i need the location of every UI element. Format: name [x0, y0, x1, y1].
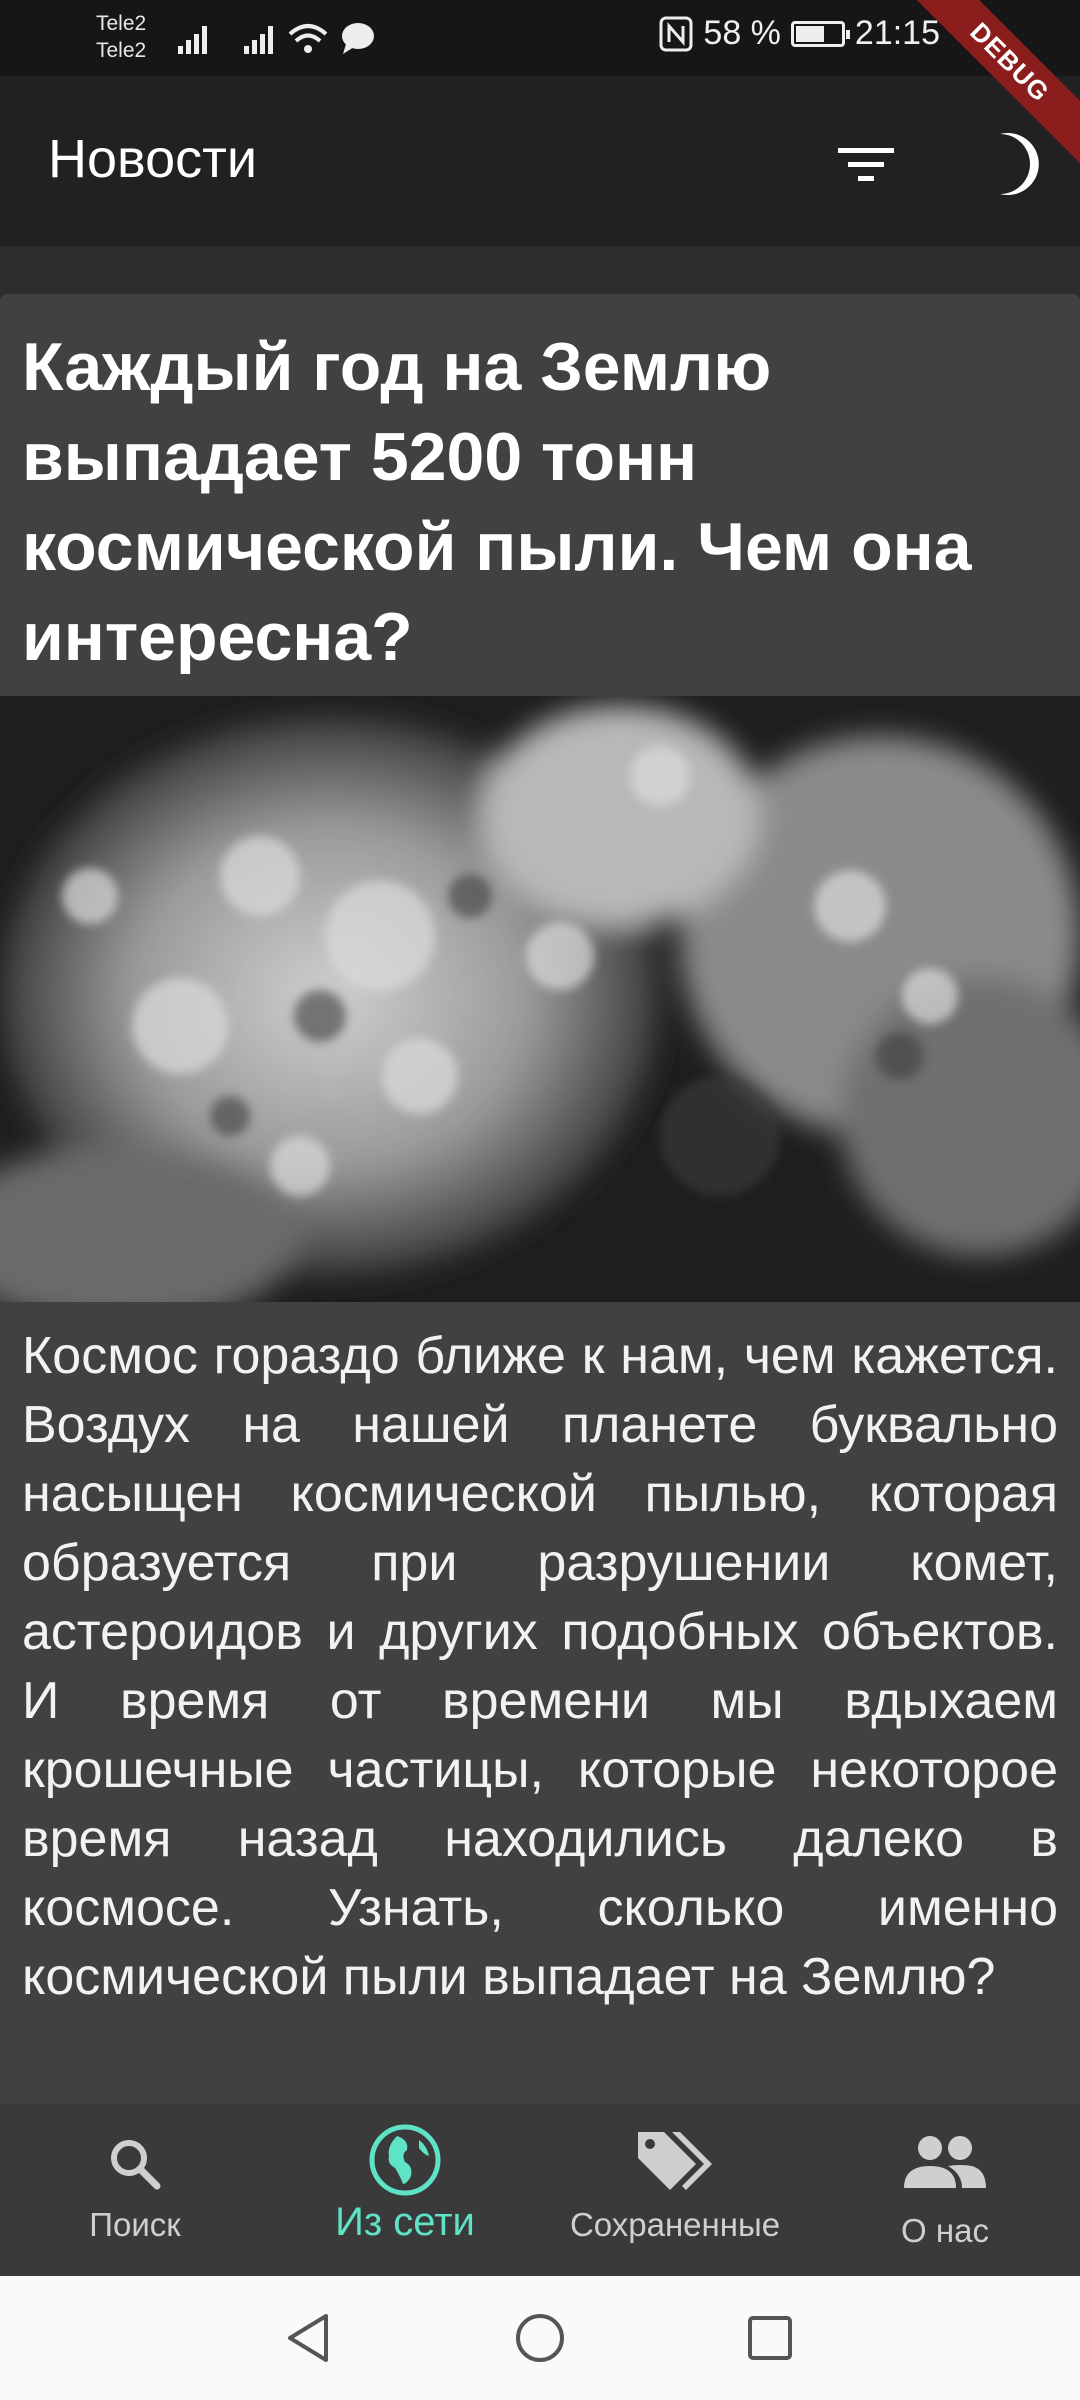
article-image [0, 696, 1080, 1302]
back-icon[interactable] [280, 2308, 336, 2368]
carrier-2: Tele2 [96, 39, 147, 62]
nav-item-from-web[interactable]: Из сети [270, 2104, 540, 2276]
globe-icon [369, 2124, 441, 2196]
news-feed[interactable]: Каждый год на Землю выпадает 5200 тонн к… [0, 246, 1080, 2104]
system-nav-bar [0, 2276, 1080, 2400]
message-icon [342, 23, 374, 54]
clock: 21:15 [854, 14, 940, 52]
signal-icon [244, 20, 280, 54]
nav-item-about[interactable]: О нас [810, 2104, 1080, 2276]
nav-label-from-web: Из сети [335, 2200, 475, 2244]
article-card[interactable]: Каждый год на Землю выпадает 5200 тонн к… [0, 294, 1080, 2104]
status-bar: Tele2 Tele2 58 % 21:15 DEBUG [0, 0, 1080, 170]
filter-icon[interactable] [830, 134, 902, 194]
nav-label-about: О нас [901, 2212, 989, 2249]
home-icon[interactable] [512, 2308, 568, 2368]
recents-icon[interactable] [742, 2308, 798, 2368]
nav-item-search[interactable]: Поиск [0, 2104, 270, 2276]
nfc-icon [659, 16, 693, 51]
moon-icon[interactable] [972, 128, 1044, 200]
search-icon [111, 2140, 161, 2190]
wifi-icon [288, 24, 328, 53]
tags-icon [638, 2132, 712, 2190]
carrier-names: Tele2 Tele2 [96, 10, 146, 64]
bottom-nav: Поиск Из сети Сохраненные О нас [0, 2104, 1080, 2276]
status-right: 58 % 21:15 [659, 14, 940, 53]
app-bar: Новости [0, 76, 1080, 246]
nav-label-search: Поиск [89, 2206, 181, 2243]
article-body: Космос гораздо ближе к нам, чем кажется.… [22, 1327, 1058, 2006]
page-title: Новости [48, 129, 258, 189]
nav-item-saved[interactable]: Сохраненные [540, 2104, 810, 2276]
nav-label-saved: Сохраненные [569, 2206, 781, 2243]
cosmic-dust-image [0, 696, 1080, 1302]
people-icon [904, 2136, 986, 2188]
carrier-1: Tele2 [96, 12, 147, 35]
signal-icon [178, 20, 214, 54]
article-title: Каждый год на Землю выпадает 5200 тонн к… [22, 329, 972, 675]
battery-icon [790, 20, 850, 47]
battery-percent: 58 % [703, 14, 781, 52]
